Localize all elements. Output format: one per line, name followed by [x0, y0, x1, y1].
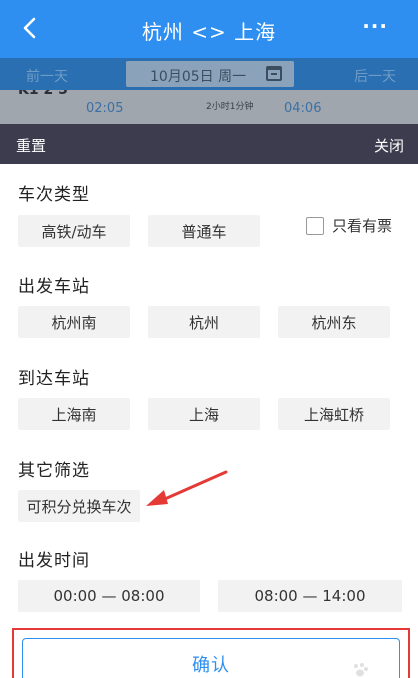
- train-list-peek: K1 2 5 02:05 2小时1分钟 04:06: [0, 90, 418, 124]
- date-label: 10月05日 周一: [150, 69, 247, 85]
- reset-button[interactable]: 重置: [16, 135, 46, 156]
- next-day-button[interactable]: 后一天: [354, 66, 396, 86]
- arrive-time: 04:06: [284, 101, 322, 116]
- chip-depart-hangzhou[interactable]: 杭州: [148, 306, 260, 338]
- section-title-depart-time: 出发时间: [18, 551, 90, 571]
- only-available-label: 只看有票: [332, 217, 393, 235]
- more-button[interactable]: ···: [362, 14, 388, 38]
- train-number-partial: K1 2 5: [18, 90, 68, 98]
- only-available-toggle[interactable]: 只看有票: [306, 215, 392, 236]
- only-available-checkbox[interactable]: [306, 216, 324, 235]
- duration: 2小时1分钟: [206, 102, 254, 112]
- section-title-arrival-station: 到达车站: [18, 369, 90, 389]
- chip-time-00-08[interactable]: 00:00 — 08:00: [18, 580, 200, 612]
- date-bar: 前一天 10月05日 周一 后一天: [0, 58, 418, 90]
- chip-high-speed[interactable]: 高铁/动车: [18, 215, 130, 247]
- close-button[interactable]: 关闭: [374, 135, 404, 156]
- chip-regular-train[interactable]: 普通车: [148, 215, 260, 247]
- chip-points-redeemable[interactable]: 可积分兑换车次: [18, 490, 140, 522]
- calendar-icon: [266, 66, 282, 81]
- app-header: 杭州 <> 上海 ···: [0, 0, 418, 58]
- chip-depart-hangzhou-east[interactable]: 杭州东: [278, 306, 390, 338]
- filter-toolbar: 重置 关闭: [0, 124, 418, 164]
- chip-depart-hangzhou-south[interactable]: 杭州南: [18, 306, 130, 338]
- paw-icon: [354, 663, 368, 677]
- chip-arrive-shanghai-hongqiao[interactable]: 上海虹桥: [278, 398, 390, 430]
- section-title-other-filters: 其它筛选: [18, 461, 90, 481]
- section-title-train-type: 车次类型: [18, 185, 90, 205]
- page-title: 杭州 <> 上海: [141, 20, 277, 44]
- section-title-departure-station: 出发车站: [18, 277, 90, 297]
- confirm-button[interactable]: 确认: [22, 638, 400, 678]
- chip-time-08-14[interactable]: 08:00 — 14:00: [218, 580, 402, 612]
- chip-arrive-shanghai[interactable]: 上海: [148, 398, 260, 430]
- depart-time: 02:05: [86, 101, 124, 116]
- chip-arrive-shanghai-south[interactable]: 上海南: [18, 398, 130, 430]
- confirm-label: 确认: [192, 655, 230, 676]
- date-selector[interactable]: 10月05日 周一: [126, 61, 294, 87]
- annotation-arrow-icon: [146, 470, 228, 506]
- prev-day-button[interactable]: 前一天: [26, 66, 68, 86]
